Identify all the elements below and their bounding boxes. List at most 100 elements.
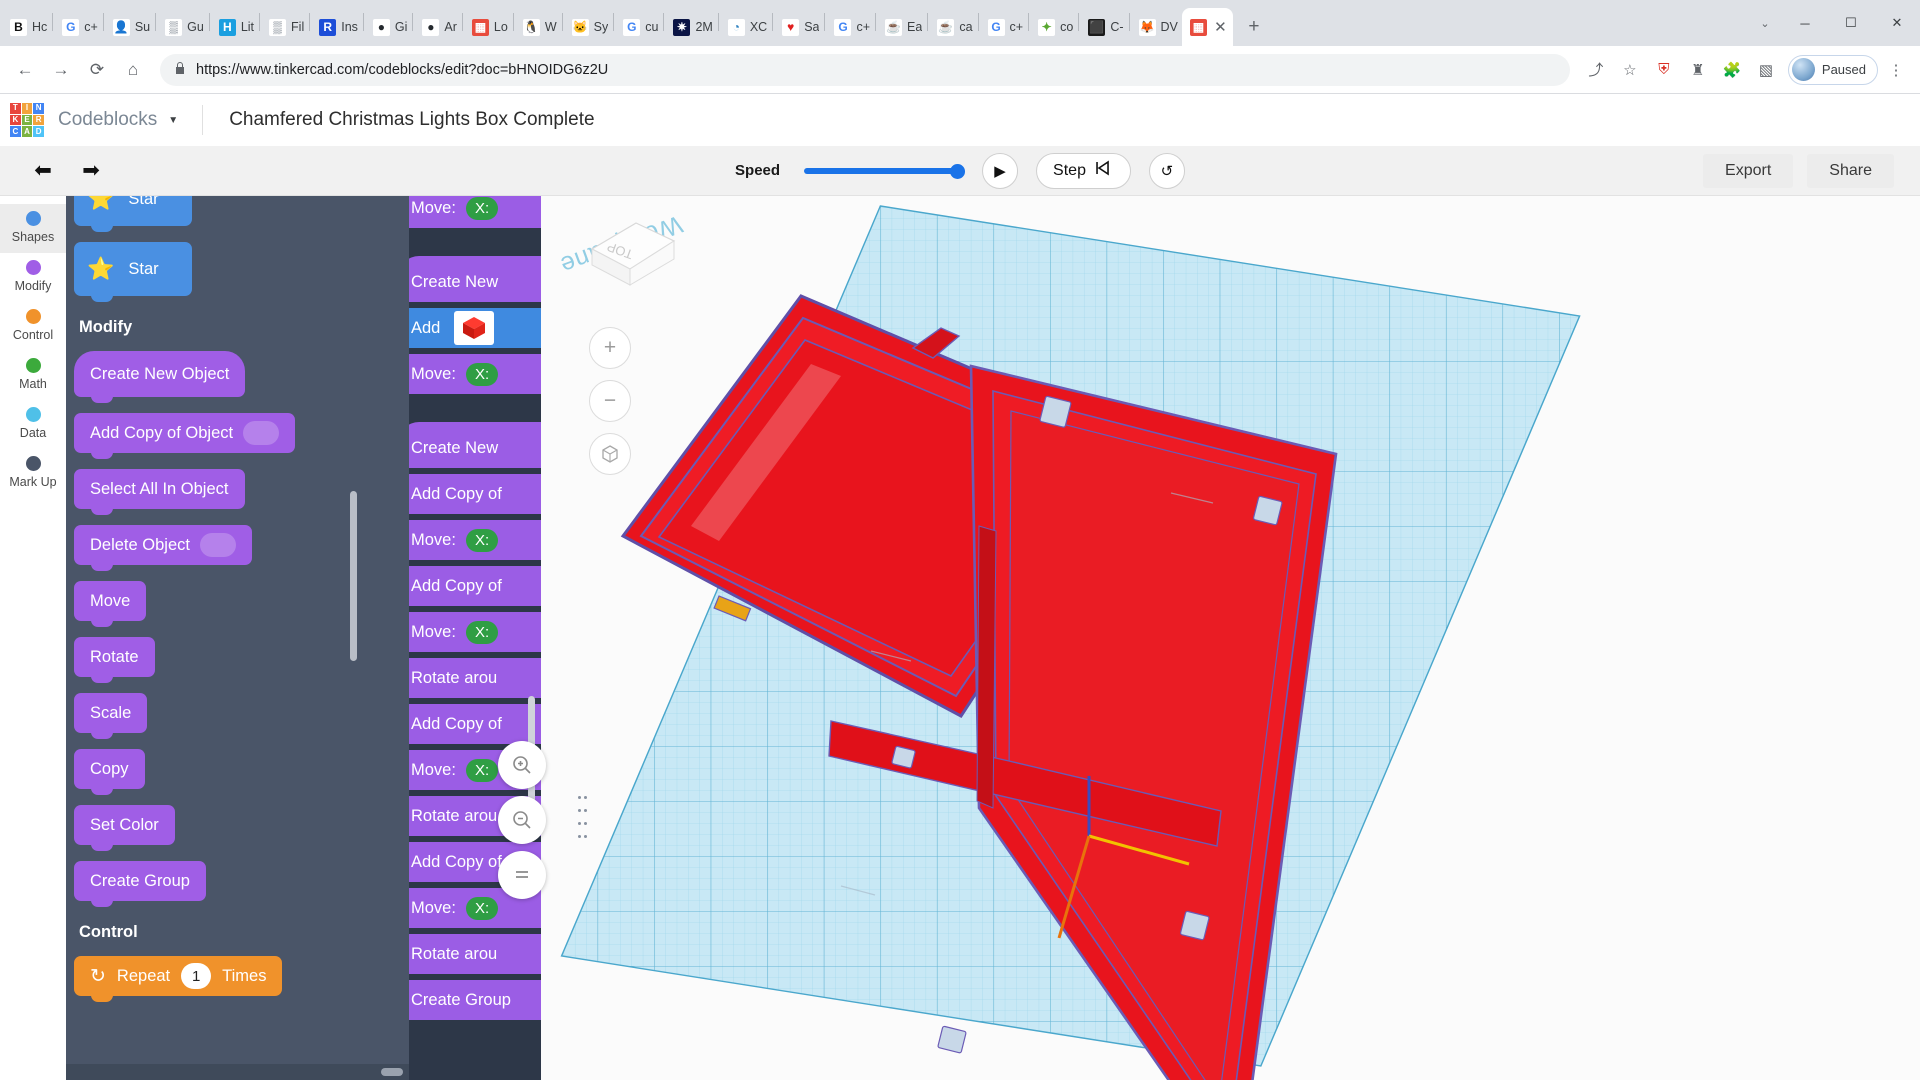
close-window-button[interactable]: ✕ [1874, 3, 1920, 43]
tab-dv[interactable]: 🦊 DV [1131, 8, 1182, 46]
share-button[interactable]: Share [1807, 153, 1894, 188]
tab-w[interactable]: 🐧 W [515, 8, 561, 46]
tab-ca[interactable]: ☕ ca [929, 8, 976, 46]
sidebar-item-modify[interactable]: Modify [0, 253, 66, 302]
red-box-model[interactable] [541, 196, 1882, 1080]
reload-icon[interactable]: ⟳ [80, 53, 114, 87]
tab-c+[interactable]: Gc+ [826, 8, 874, 46]
palette-horizontal-scroll-track[interactable] [66, 1064, 409, 1080]
workspace-block-create-new[interactable]: Create New [409, 422, 541, 468]
block-axis-input[interactable]: X: [465, 758, 499, 782]
repeat-count-input[interactable]: 1 [181, 963, 212, 989]
panel-resize-handle[interactable] [578, 796, 588, 838]
block-axis-input[interactable]: X: [465, 620, 499, 644]
workspace-block-add-copy-of[interactable]: Add Copy of [409, 704, 541, 744]
app-name-label[interactable]: Codeblocks [58, 109, 157, 131]
workspace-block-create-new[interactable]: Create New [409, 256, 541, 302]
speed-slider[interactable] [804, 163, 966, 179]
step-button[interactable]: Step [1036, 152, 1131, 189]
tab-lit[interactable]: H Lit [211, 8, 258, 46]
palette-block-move[interactable]: Move [74, 581, 147, 627]
tab-lo[interactable]: ▦ Lo [464, 8, 512, 46]
share-icon[interactable]: ⤴ [1580, 54, 1612, 86]
browser-menu-icon[interactable]: ⋮ [1880, 54, 1912, 86]
zoom-in-button[interactable]: + [589, 327, 631, 369]
palette-block-repeat[interactable]: ↻ Repeat 1 Times [74, 956, 283, 1002]
tab-gi[interactable]: ● Gi [365, 8, 412, 46]
forward-icon[interactable]: → [44, 53, 78, 87]
tab-xc[interactable]: ◔ XC [720, 8, 771, 46]
workspace-block-add[interactable]: Add [409, 308, 541, 348]
workspace-block-move[interactable]: Move: X: [409, 354, 541, 394]
workspace-block-add-copy-of[interactable]: Add Copy of [409, 566, 541, 606]
palette-block-star[interactable]: ⭐ Star [74, 242, 192, 302]
tab-sa[interactable]: ♥ Sa [774, 8, 823, 46]
shield-extension-icon[interactable]: ⛨ [1648, 54, 1680, 86]
tab-c-[interactable]: ⬛ C- [1080, 8, 1127, 46]
sidebar-item-data[interactable]: Data [0, 400, 66, 449]
tab-search-icon[interactable]: ⌄ [1748, 0, 1782, 46]
tab-cu[interactable]: Gcu [615, 8, 662, 46]
block-input-slot[interactable] [243, 421, 280, 445]
palette-block-delete-object[interactable]: Delete Object [74, 525, 252, 571]
zoom-out-button[interactable]: − [589, 380, 631, 422]
workspace-block-create-group[interactable]: Create Group [409, 980, 541, 1020]
palette-scrollbar[interactable] [350, 491, 357, 661]
tab-2m[interactable]: ✷ 2M [665, 8, 716, 46]
workspace-blocks-column[interactable]: Move: X: Create New Add Move: X: Create New Add… [409, 196, 541, 1080]
block-axis-input[interactable]: X: [465, 196, 499, 220]
view-cube[interactable]: TOP [584, 219, 680, 305]
workspace-zoom-out-button[interactable] [498, 796, 546, 844]
sidebar-item-shapes[interactable]: Shapes [0, 204, 66, 253]
page-title[interactable]: Chamfered Christmas Lights Box Complete [229, 109, 594, 131]
export-button[interactable]: Export [1703, 153, 1794, 188]
workspace-block-rotate-arou[interactable]: Rotate arou [409, 934, 541, 974]
palette-block-star[interactable]: ⭐ Star [74, 196, 192, 232]
palette-block-rotate[interactable]: Rotate [74, 637, 155, 683]
block-axis-input[interactable]: X: [465, 362, 499, 386]
profile-chip[interactable]: Paused [1787, 54, 1878, 85]
tab-hc[interactable]: B Hc [2, 8, 51, 46]
3d-viewport[interactable]: Workplane [541, 196, 1920, 1080]
back-icon[interactable]: ← [8, 53, 42, 87]
undo-icon[interactable]: ⬅ [26, 154, 60, 188]
address-bar[interactable]: https://www.tinkercad.com/codeblocks/edi… [160, 53, 1570, 86]
workspace-block-move[interactable]: Move: X: [409, 520, 541, 560]
tinkercad-logo-icon[interactable]: TIN KER CAD [10, 103, 44, 137]
block-axis-input[interactable]: X: [465, 528, 499, 552]
tab-sy[interactable]: 🐱 Sy [564, 8, 613, 46]
home-icon[interactable]: ⌂ [116, 53, 150, 87]
block-input-slot[interactable] [199, 533, 236, 557]
palette-block-create-new-object[interactable]: Create New Object [74, 351, 246, 403]
workspace-block-add-copy-of[interactable]: Add Copy of [409, 474, 541, 514]
tab-ea[interactable]: ☕ Ea [877, 8, 926, 46]
workspace-block-move[interactable]: Move: X: [409, 196, 541, 228]
chevron-down-icon[interactable]: ▼ [168, 115, 178, 126]
palette-block-select-all-in-object[interactable]: Select All In Object [74, 469, 245, 515]
tab-su[interactable]: 👤 Su [105, 8, 154, 46]
tab-gu[interactable]: ▒ Gu [157, 8, 208, 46]
minimize-button[interactable]: ─ [1782, 3, 1828, 43]
workspace-block-rotate-arou[interactable]: Rotate arou [409, 658, 541, 698]
workspace-zoom-in-button[interactable] [498, 741, 546, 789]
palette-block-add-copy-of-object[interactable]: Add Copy of Object [74, 413, 296, 459]
palette-block-create-group[interactable]: Create Group [74, 861, 206, 907]
tab-active[interactable]: ▦ ✕ [1181, 8, 1233, 46]
tab-ins[interactable]: R Ins [311, 8, 362, 46]
palette-horizontal-scroll-thumb[interactable] [381, 1068, 403, 1076]
palette-block-copy[interactable]: Copy [74, 749, 145, 795]
close-icon[interactable]: ✕ [1212, 19, 1229, 36]
palette-block-scale[interactable]: Scale [74, 693, 148, 739]
puzzle-extensions-icon[interactable]: 🧩 [1716, 54, 1748, 86]
wallet-extension-icon[interactable]: ♜ [1682, 54, 1714, 86]
sidebar-item-control[interactable]: Control [0, 302, 66, 351]
tab-fil[interactable]: ▒ Fil [261, 8, 308, 46]
maximize-button[interactable]: ☐ [1828, 3, 1874, 43]
block-palette[interactable]: ⭐ Star ⭐ Star Modify Create New Object Add Cop… [66, 196, 409, 1080]
redo-icon[interactable]: ➡ [74, 154, 108, 188]
tab-co[interactable]: ✦ co [1030, 8, 1077, 46]
palette-block-set-color[interactable]: Set Color [74, 805, 175, 851]
workspace-zoom-fit-button[interactable] [498, 851, 546, 899]
workspace-block-move[interactable]: Move: X: [409, 612, 541, 652]
fit-to-view-button[interactable] [589, 433, 631, 475]
